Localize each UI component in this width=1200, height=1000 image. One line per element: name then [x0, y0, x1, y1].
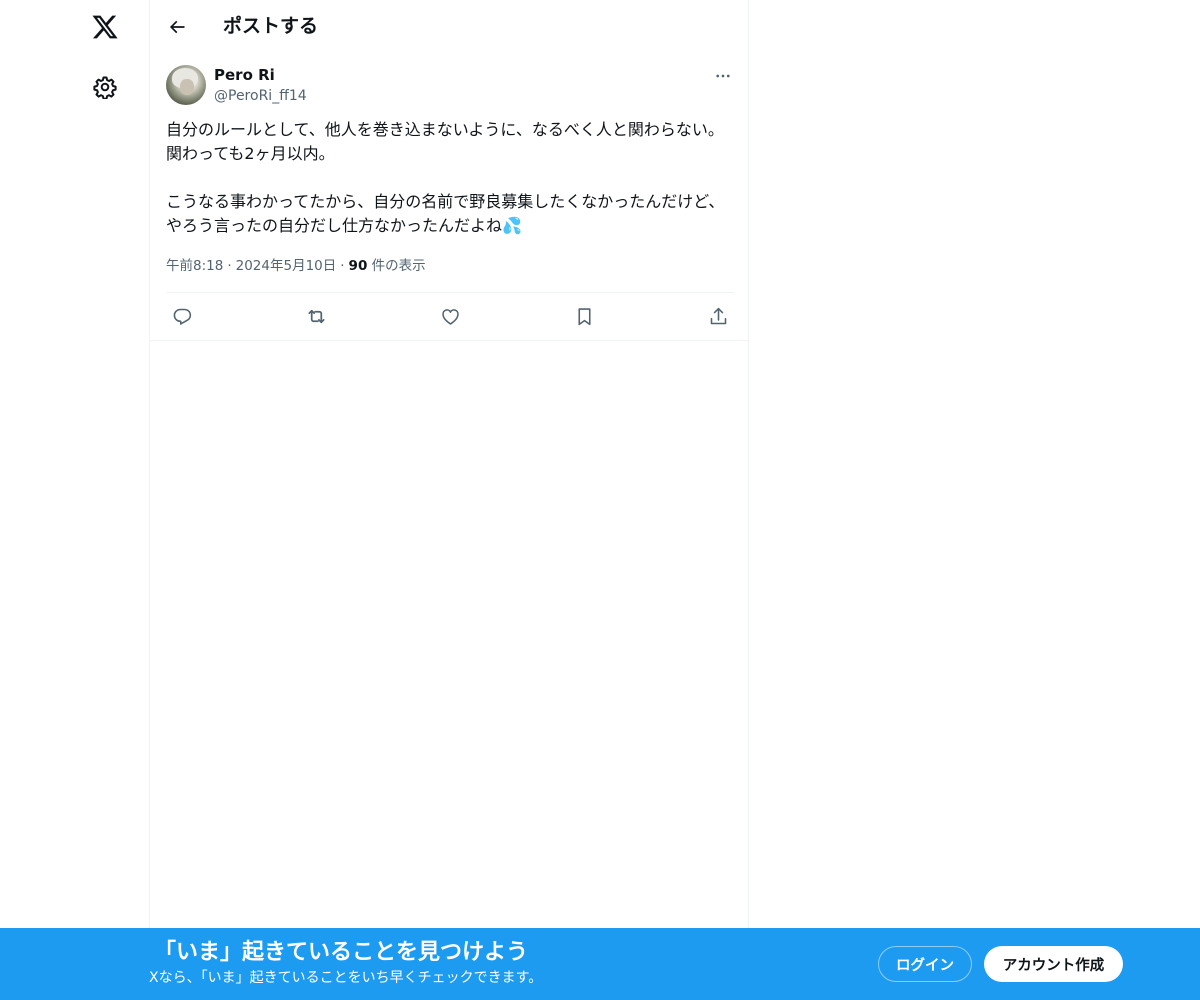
repost-icon — [307, 309, 325, 323]
arrow-left-icon — [169, 20, 185, 34]
views-count: 90 — [348, 258, 368, 274]
back-button[interactable] — [158, 8, 196, 46]
page-header: ポストする — [150, 0, 748, 53]
action-bar — [166, 300, 734, 332]
avatar[interactable] — [166, 65, 206, 105]
meta-separator: · — [340, 258, 345, 274]
share-button[interactable] — [702, 300, 734, 332]
more-icon — [716, 74, 730, 78]
divider — [166, 292, 734, 293]
more-options-button[interactable] — [712, 65, 734, 87]
gear-icon[interactable] — [84, 66, 126, 108]
share-icon — [710, 307, 726, 324]
page-title: ポストする — [223, 15, 319, 37]
signup-button[interactable]: アカウント作成 — [984, 946, 1123, 982]
bookmark-button[interactable] — [568, 300, 600, 332]
banner-subtitle: Xなら、「いま」起きていることをいち早くチェックできます。 — [149, 970, 543, 986]
author-name[interactable]: Pero Ri — [214, 65, 275, 85]
post-time[interactable]: 午前8:18 — [166, 258, 223, 274]
login-button[interactable]: ログイン — [878, 946, 972, 982]
sweat-droplets-emoji: 💦 — [502, 216, 522, 235]
post-date[interactable]: 2024年5月10日 — [236, 258, 337, 274]
meta-separator: · — [227, 258, 232, 274]
post-column: ポストする Pero Ri @PeroRi_ff14 自分のルールとして、他人を… — [149, 0, 749, 1000]
x-logo-icon[interactable] — [84, 6, 126, 48]
post-body: 自分のルールとして、他人を巻き込まないように、なるべく人と関わらない。関わっても… — [166, 120, 725, 235]
post-meta: 午前8:18 · 2024年5月10日 · 90 件の表示 — [166, 256, 426, 276]
post-author: Pero Ri @PeroRi_ff14 — [166, 65, 734, 107]
views-label: 件の表示 — [367, 258, 426, 274]
banner-title: 「いま」起きていることを見つけよう — [154, 940, 529, 965]
like-button[interactable] — [434, 300, 466, 332]
post-text: 自分のルールとして、他人を巻き込まないように、なるべく人と関わらない。関わっても… — [166, 118, 736, 238]
left-nav — [0, 0, 150, 1000]
repost-button[interactable] — [300, 300, 332, 332]
bookmark-icon — [577, 307, 591, 325]
reply-button[interactable] — [166, 300, 198, 332]
reply-icon — [173, 308, 191, 325]
heart-icon — [441, 308, 459, 325]
divider — [150, 340, 748, 341]
author-handle[interactable]: @PeroRi_ff14 — [214, 86, 307, 106]
